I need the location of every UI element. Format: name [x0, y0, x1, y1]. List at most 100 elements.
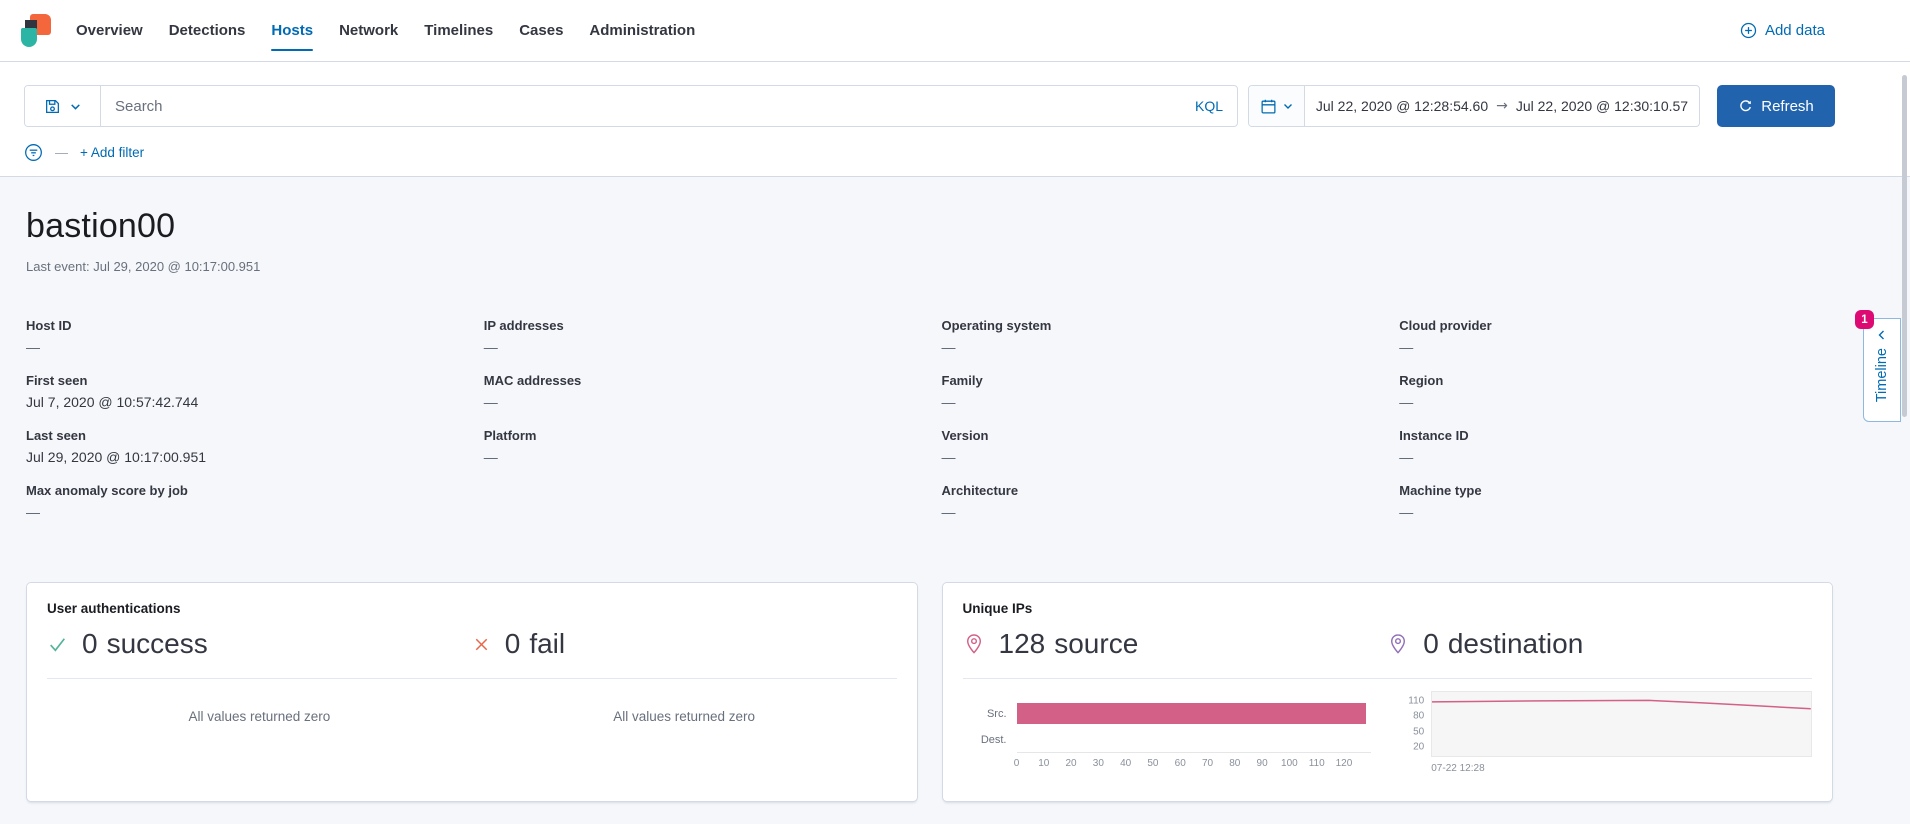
elastic-security-logo-icon[interactable] — [18, 14, 52, 48]
refresh-icon — [1738, 99, 1753, 114]
nav-tab-network[interactable]: Network — [339, 0, 398, 61]
saved-queries-button[interactable] — [25, 86, 101, 126]
overview-column-1: Host ID — First seen Jul 7, 2020 @ 10:57… — [26, 318, 460, 538]
add-data-label: Add data — [1765, 22, 1825, 39]
field-cloud-provider: Cloud provider — — [1399, 318, 1833, 373]
card-divider — [963, 678, 1813, 679]
date-range-start[interactable]: Jul 22, 2020 @ 12:28:54.60 — [1316, 98, 1488, 114]
empty-chart-message: All values returned zero — [472, 709, 897, 724]
line-plot-area — [1431, 691, 1812, 757]
line-y-tick: 80 — [1413, 711, 1424, 722]
empty-chart-message: All values returned zero — [47, 709, 472, 724]
field-platform: Platform — — [484, 428, 918, 483]
top-nav: Overview Detections Hosts Network Timeli… — [0, 0, 1910, 62]
check-icon — [47, 634, 68, 655]
auth-fail-label: fail — [529, 628, 565, 660]
bar-plot-area — [1017, 701, 1372, 753]
nav-right: Add data — [1740, 22, 1825, 39]
nav-tab-administration[interactable]: Administration — [589, 0, 695, 61]
field-max-anomaly-score: Max anomaly score by job — — [26, 483, 460, 538]
field-host-id: Host ID — — [26, 318, 460, 373]
bar-x-tick: 70 — [1202, 758, 1213, 769]
bar-x-tick: 60 — [1175, 758, 1186, 769]
field-operating-system: Operating system — — [942, 318, 1376, 373]
overview-column-2: IP addresses — MAC addresses — Platform … — [484, 318, 918, 538]
source-ips-value: 128 — [999, 628, 1046, 660]
bar-category-src: Src. — [963, 701, 1017, 727]
vertical-scrollbar[interactable] — [1902, 75, 1907, 417]
query-row: KQL Jul 22, 2020 @ 12:28:54.60 → Jul 22,… — [24, 85, 1835, 127]
bar-x-tick: 10 — [1038, 758, 1049, 769]
query-language-button[interactable]: KQL — [1181, 86, 1237, 126]
card-title: User authentications — [47, 601, 897, 616]
auth-fail-value: 0 — [505, 628, 521, 660]
nav-tab-hosts[interactable]: Hosts — [271, 0, 313, 61]
host-overview-grid: Host ID — First seen Jul 7, 2020 @ 10:57… — [26, 318, 1833, 538]
unique-ips-metrics: 128 source 0 destination — [963, 628, 1813, 660]
date-range-end[interactable]: Jul 22, 2020 @ 12:30:10.57 — [1516, 98, 1688, 114]
card-title: Unique IPs — [963, 601, 1813, 616]
nav-tab-detections[interactable]: Detections — [169, 0, 246, 61]
bar-x-tick: 120 — [1336, 758, 1353, 769]
nav-tab-cases[interactable]: Cases — [519, 0, 563, 61]
auth-empty-charts: All values returned zero All values retu… — [47, 679, 897, 724]
line-y-tick: 50 — [1413, 726, 1424, 737]
bar-x-tick: 0 — [1014, 758, 1020, 769]
overview-column-4: Cloud provider — Region — Instance ID — … — [1399, 318, 1833, 538]
add-filter-button[interactable]: + Add filter — [80, 145, 144, 160]
destination-ips-metric: 0 destination — [1387, 628, 1812, 660]
date-quick-select-button[interactable] — [1249, 86, 1305, 126]
bar-x-tick: 110 — [1309, 758, 1325, 769]
auth-success-label: success — [107, 628, 208, 660]
timeline-count-badge: 1 — [1855, 310, 1874, 329]
date-picker-group: Jul 22, 2020 @ 12:28:54.60 → Jul 22, 202… — [1248, 85, 1700, 127]
date-range-display: Jul 22, 2020 @ 12:28:54.60 → Jul 22, 202… — [1305, 86, 1699, 126]
field-family: Family — — [942, 373, 1376, 428]
chevron-down-icon — [69, 100, 82, 113]
line-y-tick: 110 — [1408, 696, 1424, 707]
chevron-left-icon — [1876, 329, 1888, 341]
refresh-label: Refresh — [1761, 98, 1814, 115]
field-region: Region — — [1399, 373, 1833, 428]
line-x-axis-label: 07-22 12:28 — [1431, 763, 1812, 774]
bar-x-tick: 90 — [1257, 758, 1268, 769]
src-bar — [1017, 703, 1366, 724]
auth-fail-metric: 0 fail — [472, 628, 897, 660]
line-y-tick: 20 — [1413, 741, 1424, 752]
bar-x-tick: 100 — [1281, 758, 1298, 769]
query-bar-section: KQL Jul 22, 2020 @ 12:28:54.60 → Jul 22,… — [0, 62, 1910, 177]
line-series — [1432, 700, 1811, 708]
field-ip-addresses: IP addresses — — [484, 318, 918, 373]
overview-column-3: Operating system — Family — Version — Ar… — [942, 318, 1376, 538]
filter-icon — [24, 143, 43, 162]
nav-tab-timelines[interactable]: Timelines — [424, 0, 493, 61]
page-title: bastion00 — [26, 207, 1833, 246]
search-input[interactable] — [101, 86, 1181, 126]
main-nav-tabs: Overview Detections Hosts Network Timeli… — [76, 0, 695, 61]
field-machine-type: Machine type — — [1399, 483, 1833, 538]
timeline-flyout-button[interactable]: 1 Timeline — [1863, 318, 1901, 422]
refresh-button[interactable]: Refresh — [1717, 85, 1835, 127]
destination-ips-value: 0 — [1423, 628, 1439, 660]
add-data-button[interactable]: Add data — [1740, 22, 1825, 39]
source-ips-metric: 128 source — [963, 628, 1388, 660]
destination-ips-label: destination — [1448, 628, 1583, 660]
auth-metrics: 0 success 0 fail — [47, 628, 897, 660]
field-first-seen: First seen Jul 7, 2020 @ 10:57:42.744 — [26, 373, 460, 428]
timeline-label: Timeline — [1874, 348, 1890, 402]
unique-ips-charts: Src. Dest. 0102030405060708090100110120 — [963, 691, 1813, 774]
host-details-page: bastion00 Last event: Jul 29, 2020 @ 10:… — [0, 177, 1910, 824]
filter-options-button[interactable] — [24, 143, 43, 162]
bar-category-dest: Dest. — [963, 727, 1017, 753]
map-pin-icon — [963, 632, 985, 656]
bar-x-axis: 0102030405060708090100110120 — [1017, 753, 1372, 769]
auth-success-metric: 0 success — [47, 628, 472, 660]
save-icon — [44, 98, 61, 115]
bar-x-tick: 80 — [1229, 758, 1240, 769]
line-y-axis: 110 80 50 20 — [1403, 691, 1431, 757]
source-ips-label: source — [1054, 628, 1138, 660]
calendar-icon — [1260, 98, 1277, 115]
plus-circle-icon — [1740, 22, 1757, 39]
bar-x-tick: 40 — [1120, 758, 1131, 769]
nav-tab-overview[interactable]: Overview — [76, 0, 143, 61]
